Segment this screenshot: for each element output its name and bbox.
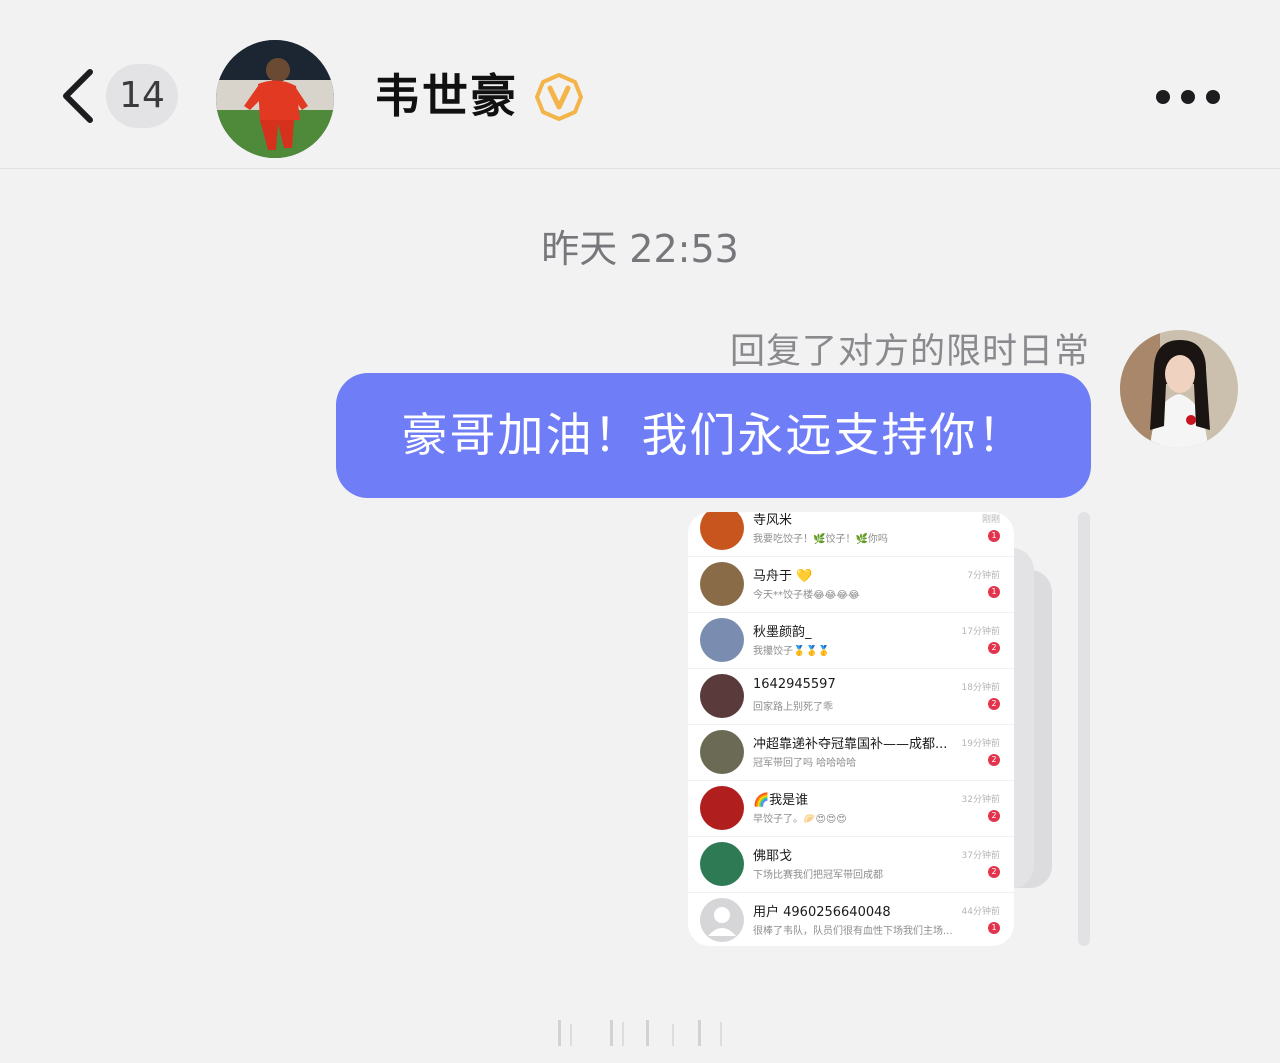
avatar [700,512,744,550]
list-item-name: 佛耶戈 [753,849,793,864]
list-item-name: 🌈我是谁 [753,793,809,808]
avatar [700,786,744,830]
list-item: 寺风米 我要吃饺子！🌿饺子！🌿你吗 刚刚 1 [688,512,1014,557]
avatar [700,618,744,662]
list-item-message: 下场比赛我们把冠军带回成都 [753,870,883,881]
list-item-time: 刚刚 [981,515,1000,525]
sent-message-bubble[interactable]: 豪哥加油！我们永远支持你！ [336,373,1091,498]
list-item-time: 44分钟前 [961,907,1000,917]
list-item: 🌈我是谁 早饺子了。🥟😍😍😍 32分钟前 2 [688,780,1014,837]
list-item-message: 今天**饺子楼😂😂😂😂 [753,590,860,601]
list-item-name: 冲超靠递补夺冠靠国补——成都... [753,737,948,752]
list-item: 秋墨颜韵_ 我攥饺子🥇🥇🥇 17分钟前 2 [688,612,1014,669]
chevron-left-icon [63,69,93,123]
avatar [700,898,744,942]
unread-badge: 1 [988,922,1000,934]
unread-badge: 2 [988,810,1000,822]
shared-screenshot-image[interactable]: 寺风米 我要吃饺子！🌿饺子！🌿你吗 刚刚 1 马舟于 💛 今天**饺子楼😂😂😂😂… [688,512,1014,946]
list-item-time: 37分钟前 [961,851,1000,861]
list-item-name: 1642945597 [753,677,836,692]
unread-badge: 2 [988,698,1000,710]
watermark [558,1020,722,1046]
list-item: 冲超靠递补夺冠靠国补——成都... 冠军带回了吗 哈哈哈哈 19分钟前 2 [688,724,1014,781]
list-item-time: 18分钟前 [961,683,1000,693]
unread-badge: 1 [988,586,1000,598]
contact-name: 韦世豪 [374,69,518,123]
message-timestamp: 昨天 22:53 [541,227,739,271]
chat-header: 14 韦世豪 [0,0,1280,169]
verified-badge [534,72,584,122]
list-item-message: 早饺子了。🥟😍😍😍 [753,814,847,825]
list-item-message: 冠军带回了吗 哈哈哈哈 [753,758,857,769]
list-item-time: 17分钟前 [961,627,1000,637]
avatar [700,562,744,606]
more-dots-icon [1156,90,1170,104]
verified-v-badge-icon [535,73,583,121]
list-item: 用户 4960256640048 很棒了韦队，队员们很有血性下场我们主场... … [688,892,1014,946]
list-item-name: 马舟于 💛 [753,569,813,584]
list-item-name: 用户 4960256640048 [753,905,891,920]
avatar [700,730,744,774]
scrollbar[interactable] [1078,512,1090,946]
contact-avatar[interactable] [216,40,334,158]
unread-badge: 2 [988,642,1000,654]
avatar [700,842,744,886]
list-item: 1642945597 回家路上别死了乖 18分钟前 2 [688,668,1014,725]
default-user-icon [708,907,736,936]
unread-count-badge[interactable]: 14 [106,64,178,128]
list-item-time: 19分钟前 [961,739,1000,749]
list-item-message: 我要吃饺子！🌿饺子！🌿你吗 [753,534,888,545]
list-item-name: 寺风米 [753,513,793,528]
list-item-time: 7分钟前 [967,571,1000,581]
unread-badge: 2 [988,754,1000,766]
list-item: 马舟于 💛 今天**饺子楼😂😂😂😂 7分钟前 1 [688,556,1014,613]
unread-badge: 1 [988,530,1000,542]
list-item-message: 很棒了韦队，队员们很有血性下场我们主场... [753,926,953,937]
more-dots-icon [1181,90,1195,104]
list-item-time: 32分钟前 [961,795,1000,805]
more-dots-icon [1206,90,1220,104]
list-item-message: 我攥饺子🥇🥇🥇 [753,646,831,657]
list-item: 佛耶戈 下场比赛我们把冠军带回成都 37分钟前 2 [688,836,1014,893]
back-button[interactable] [56,64,100,128]
avatar [700,674,744,718]
list-item-message: 回家路上别死了乖 [753,702,833,713]
more-button[interactable] [1150,80,1226,114]
reply-context-note: 回复了对方的限时日常 [729,332,1090,372]
list-item-name: 秋墨颜韵_ [753,625,812,640]
self-avatar[interactable] [1120,330,1238,448]
unread-badge: 2 [988,866,1000,878]
